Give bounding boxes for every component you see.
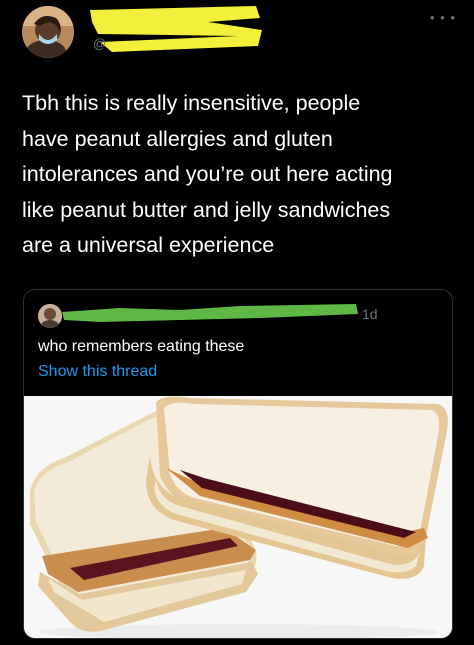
quoted-author-redaction — [60, 300, 360, 324]
author-avatar[interactable] — [22, 6, 74, 58]
more-horizontal-icon[interactable]: • • • — [430, 10, 456, 25]
tweet-text: Tbh this is really insensitive, people h… — [22, 91, 393, 257]
author-handle: @ — [93, 36, 107, 51]
quoted-tweet-text: who remembers eating these — [38, 338, 245, 355]
quoted-author-avatar — [38, 304, 62, 328]
quoted-tweet-image[interactable] — [24, 396, 452, 638]
author-name-redaction — [88, 6, 264, 52]
quoted-tweet-card[interactable]: 1d who remembers eating these Show this … — [23, 289, 453, 639]
show-thread-link[interactable]: Show this thread — [38, 363, 157, 381]
tweet-screenshot: @ • • • Tbh this is really insensitive, … — [0, 0, 474, 645]
quoted-timestamp: 1d — [362, 306, 378, 322]
